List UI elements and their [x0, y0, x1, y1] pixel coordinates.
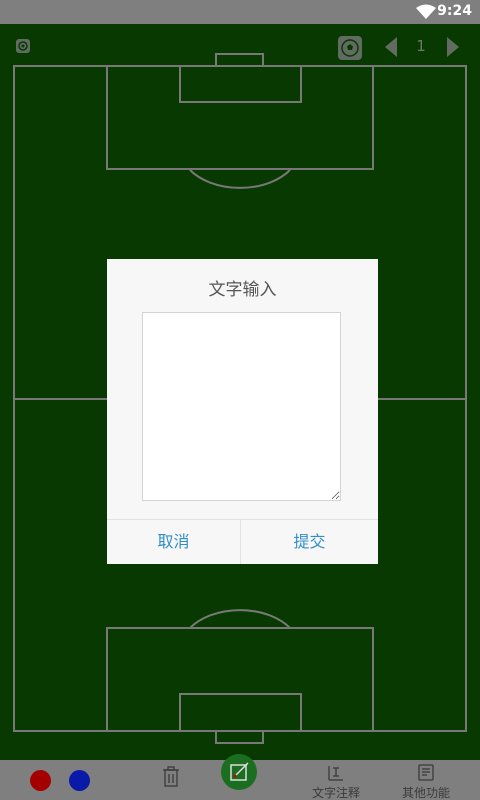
dialog-title: 文字输入 — [208, 280, 277, 300]
red-team-color-button[interactable] — [30, 770, 51, 791]
text-note-button[interactable]: 文字注释 — [308, 764, 364, 800]
text-cursor-icon — [328, 766, 343, 781]
text-note-label: 文字注释 — [311, 786, 360, 800]
text-input-dialog: 文字输入 取消 提交 — [107, 259, 378, 564]
other-functions-label: 其他功能 — [401, 786, 450, 800]
other-functions-button[interactable]: 其他功能 — [398, 764, 454, 800]
submit-button[interactable]: 提交 — [241, 520, 378, 564]
status-time: 9:24 — [437, 3, 472, 19]
trash-icon[interactable] — [162, 766, 180, 788]
draw-button[interactable] — [221, 754, 257, 790]
document-icon — [418, 764, 434, 781]
text-input-field[interactable] — [142, 312, 341, 501]
status-bar: 9:24 — [0, 0, 480, 24]
wifi-icon — [416, 4, 436, 19]
pen-square-icon — [230, 762, 249, 781]
cancel-button[interactable]: 取消 — [107, 520, 240, 564]
blue-team-color-button[interactable] — [69, 770, 90, 791]
